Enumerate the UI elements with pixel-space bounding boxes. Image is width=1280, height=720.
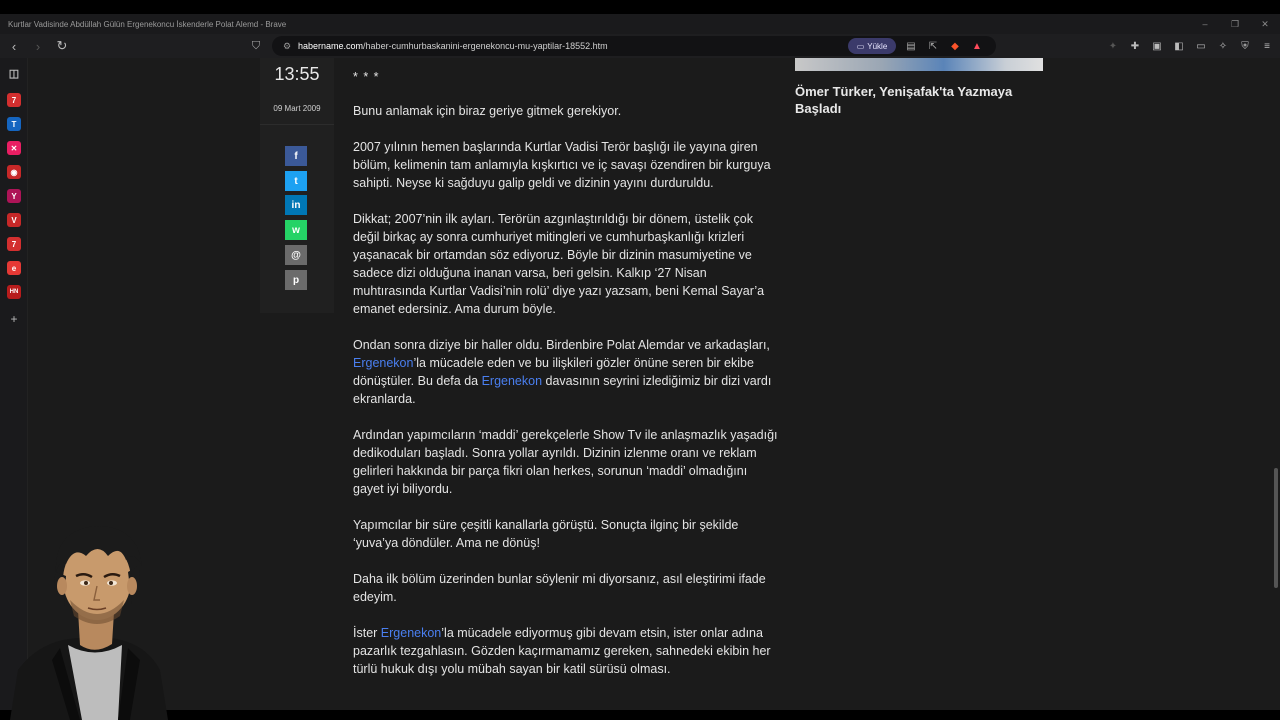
paragraph-4: Ondan sonra diziye bir haller oldu. Bird… — [353, 338, 772, 406]
address-bar[interactable]: ⚙ habername.com/haber-cumhurbaskanini-er… — [272, 36, 996, 56]
sidebar-panel-icon[interactable]: ◫ — [7, 66, 21, 80]
extensions-icon[interactable]: ✚ — [1128, 41, 1142, 52]
close-icon[interactable]: ✕ — [1250, 14, 1280, 34]
menu-icon[interactable]: ≡ — [1260, 41, 1274, 52]
sidebar-site-1[interactable]: 7 — [7, 93, 21, 107]
upload-button[interactable]: ▭ Yükle — [848, 38, 896, 54]
share-icon[interactable]: ⇱ — [926, 41, 940, 52]
paragraph-1: Bunu anlamak için biraz geriye gitmek ge… — [353, 104, 622, 118]
article-body: * * * Bunu anlamak için biraz geriye git… — [353, 68, 778, 696]
email-icon: @ — [291, 249, 301, 261]
sidebar-site-2[interactable]: T — [7, 117, 21, 131]
reader-mode-icon[interactable]: ▤ — [904, 41, 918, 52]
related-news-title[interactable]: Ömer Türker, Yenişafak'ta Yazmaya Başlad… — [795, 83, 1043, 117]
streamer-avatar-overlay — [10, 526, 168, 720]
page-scrollbar[interactable] — [1272, 58, 1280, 710]
web-page: 13:55 09 Mart 2009 f t in w @ p * * * Bu… — [28, 58, 1272, 710]
forward-button[interactable]: › — [28, 36, 48, 56]
twitter-icon: t — [294, 175, 298, 187]
linkedin-icon: in — [291, 199, 301, 211]
paragraph-2: 2007 yılının hemen başlarında Kurtlar Va… — [353, 140, 771, 190]
window-title: Kurtlar Vadisinde Abdüllah Gülün Ergenek… — [8, 19, 287, 29]
leo-ai-icon[interactable]: ✧ — [1216, 41, 1230, 52]
sidebar-site-3[interactable]: ✕ — [7, 141, 21, 155]
publish-time: 13:55 — [274, 64, 320, 84]
back-button[interactable]: ‹ — [4, 36, 24, 56]
bookmark-icon[interactable]: ⛉ — [248, 36, 264, 56]
screen-top-edge — [0, 0, 1280, 14]
vpn-icon[interactable]: ⛨ — [1238, 41, 1252, 52]
whatsapp-share-button[interactable]: w — [285, 220, 307, 240]
print-button[interactable]: p — [285, 270, 307, 290]
sidebar-site-6[interactable]: V — [7, 213, 21, 227]
restore-icon[interactable]: ❐ — [1220, 14, 1250, 34]
paragraph-5: Ardından yapımcıların ‘maddi’ gerekçeler… — [353, 428, 778, 496]
screenshot-icon[interactable]: ▣ — [1150, 41, 1164, 52]
navigation-bar: ‹ › ↻ ⛉ ⚙ habername.com/haber-cumhurbask… — [0, 34, 1280, 58]
print-icon: p — [292, 274, 300, 286]
sidebar-toggle-icon[interactable]: ◧ — [1172, 41, 1186, 52]
paragraph-7: Daha ilk bölüm üzerinden bunlar söylenir… — [353, 572, 766, 604]
paragraph-8: İster Ergenekon’la mücadele ediyormuş gi… — [353, 626, 771, 676]
window-titlebar: Kurtlar Vadisinde Abdüllah Gülün Ergenek… — [0, 14, 1280, 34]
screen-icon: ▭ — [856, 41, 865, 51]
email-share-button[interactable]: @ — [285, 245, 307, 265]
ergenekon-link[interactable]: Ergenekon — [381, 626, 441, 640]
translate-icon[interactable]: ✦ — [1106, 41, 1120, 52]
ergenekon-link[interactable]: Ergenekon — [482, 374, 542, 388]
twitter-share-button[interactable]: t — [285, 171, 307, 191]
reload-button[interactable]: ↻ — [52, 36, 72, 56]
url-text[interactable]: habername.com/haber-cumhurbaskanini-erge… — [298, 41, 608, 51]
paragraph-3: Dikkat; 2007’nin ilk ayları. Terörün azg… — [353, 212, 765, 316]
scrollbar-thumb[interactable] — [1274, 468, 1278, 588]
whatsapp-icon: w — [292, 224, 300, 236]
sidebar-site-9[interactable]: HN — [7, 285, 21, 299]
facebook-share-button[interactable]: f — [285, 146, 307, 166]
screen-bottom-edge — [0, 710, 1280, 720]
minimize-icon[interactable]: – — [1190, 14, 1220, 34]
brave-shields-icon[interactable]: ◆ — [948, 41, 962, 52]
related-news-thumbnail[interactable] — [795, 58, 1043, 71]
site-info-icon[interactable]: ⚙ — [278, 41, 296, 52]
linkedin-share-button[interactable]: in — [285, 195, 307, 215]
sidebar-site-7[interactable]: 7 — [7, 237, 21, 251]
sidebar-add-icon[interactable]: + — [7, 312, 21, 326]
sidebar-site-8[interactable]: e — [7, 261, 21, 275]
section-separator: * * * — [353, 70, 380, 84]
brave-rewards-icon[interactable]: ▲ — [970, 41, 984, 52]
ergenekon-link[interactable]: Ergenekon — [353, 356, 413, 370]
divider — [260, 124, 334, 125]
sidebar-site-4[interactable]: ◉ — [7, 165, 21, 179]
sidebar-site-5[interactable]: Y — [7, 189, 21, 203]
facebook-icon: f — [294, 150, 298, 162]
wallet-icon[interactable]: ▭ — [1194, 41, 1208, 52]
publish-date: 09 Mart 2009 — [273, 104, 321, 113]
paragraph-6: Yapımcılar bir süre çeşitli kanallarla g… — [353, 518, 739, 550]
